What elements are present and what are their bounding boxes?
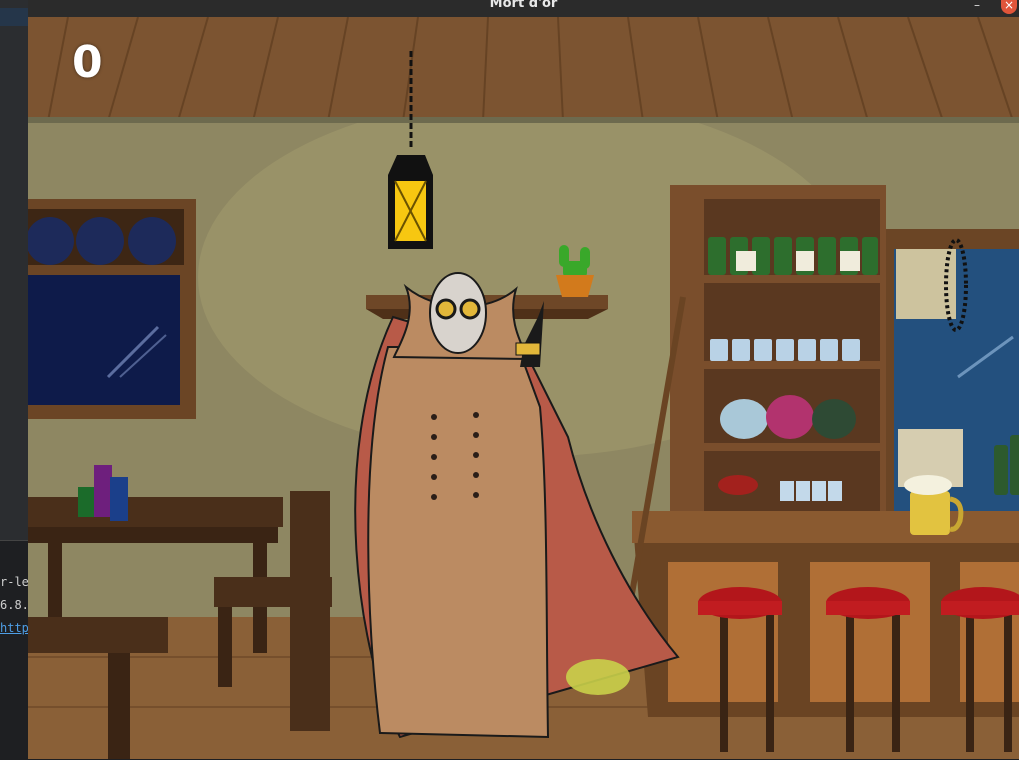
close-button[interactable]: × <box>1001 0 1017 14</box>
ide-tab-strip <box>0 8 28 26</box>
ide-console-panel: r-le/ 6.8. http <box>0 540 36 760</box>
console-link[interactable]: http <box>0 621 29 635</box>
minimize-button[interactable]: – <box>971 0 983 14</box>
score-counter: 0 <box>72 37 103 88</box>
game-window: r-le/ 6.8. http Mort d'or – × 0 <box>0 0 1019 760</box>
title-bar[interactable]: Mort d'or – × <box>28 0 1019 17</box>
bowl <box>718 475 758 495</box>
ceiling <box>28 17 1019 123</box>
console-line: 6.8. <box>0 598 29 612</box>
mugs-icon <box>710 339 860 361</box>
tavern-scene <box>28 17 1019 759</box>
bottle-cabinet <box>670 185 886 515</box>
ide-background-window: r-le/ 6.8. http <box>0 0 36 760</box>
window-title: Mort d'or <box>489 0 558 11</box>
potion-flasks-icon <box>720 395 856 439</box>
game-canvas[interactable]: 0 <box>28 17 1019 759</box>
window-left <box>28 199 196 419</box>
